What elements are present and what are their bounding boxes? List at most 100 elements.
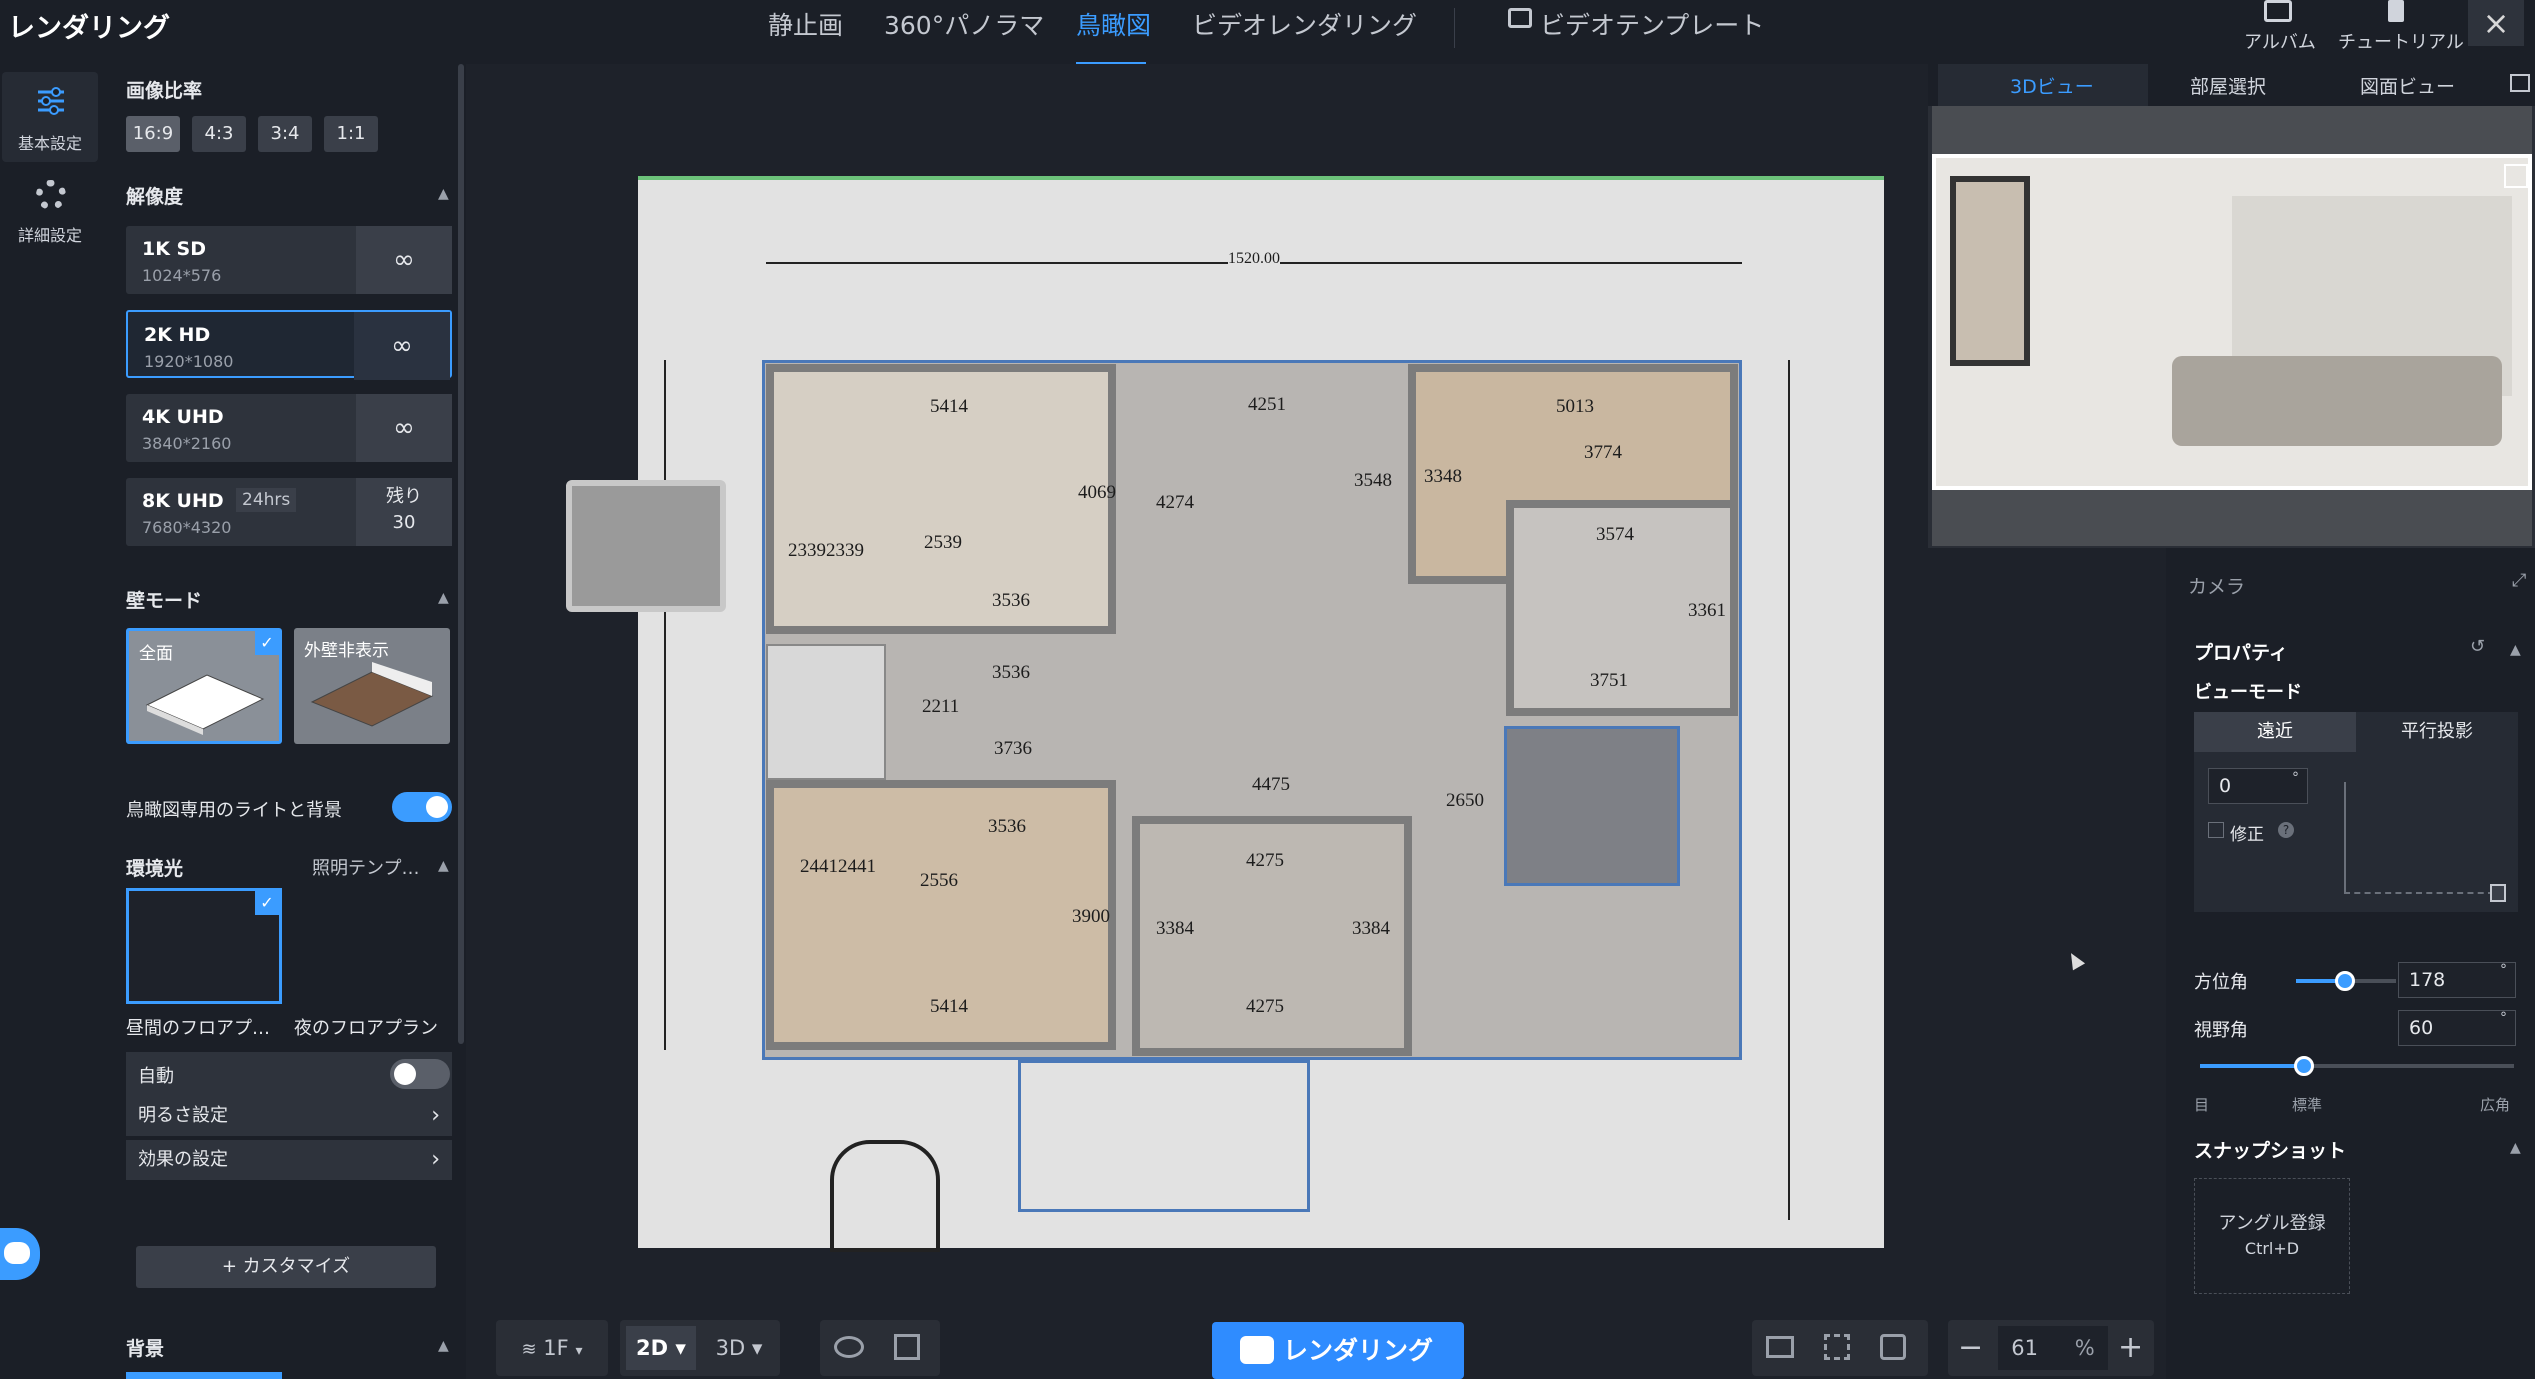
- zoom-fit-icon[interactable]: [1880, 1334, 1906, 1360]
- expand-icon[interactable]: [2504, 164, 2528, 188]
- mode-2d-button[interactable]: 2D ▾: [626, 1326, 696, 1370]
- sliders-icon: [38, 87, 64, 115]
- video-template-button[interactable]: ビデオテンプレート: [1540, 6, 1764, 42]
- tab-birdseye[interactable]: 鳥瞰図: [1076, 6, 1151, 42]
- collapse-icon[interactable]: ▲: [438, 858, 449, 874]
- render-button[interactable]: レンダリング: [1212, 1322, 1464, 1379]
- zoom-value: 61: [2011, 1336, 2039, 1360]
- camera-title: カメラ: [2188, 576, 2246, 598]
- tab-video-rendering[interactable]: ビデオレンダリング: [1192, 6, 1417, 42]
- tutorial-icon[interactable]: [2388, 0, 2404, 22]
- resolution-1k[interactable]: 1K SD 1024*576 ∞: [126, 226, 452, 294]
- visibility-tools: [820, 1320, 940, 1376]
- ratio-1-1[interactable]: 1:1: [324, 116, 378, 152]
- room-dimension: 3361: [1688, 600, 1726, 621]
- cube-icon[interactable]: [894, 1334, 920, 1360]
- infinity-icon: ∞: [354, 312, 450, 380]
- azimuth-slider-knob[interactable]: [2335, 971, 2355, 991]
- room-dimension: 3774: [1584, 442, 1622, 463]
- effect-settings-row[interactable]: 効果の設定 ›: [126, 1140, 452, 1180]
- rail-basic-settings[interactable]: 基本設定: [2, 72, 98, 162]
- expand-icon[interactable]: ⤢: [2512, 570, 2526, 591]
- wall-painting: [1950, 176, 2030, 366]
- room-dimension: 5414: [930, 396, 968, 417]
- fov-slider-knob[interactable]: [2293, 1056, 2314, 1076]
- azimuth-input[interactable]: 178: [2398, 962, 2516, 998]
- room-dimension: 2539: [924, 532, 962, 553]
- background-card[interactable]: [126, 1372, 282, 1379]
- fix-checkbox[interactable]: [2208, 822, 2224, 838]
- angle-register-button[interactable]: アングル登録 Ctrl+D: [2194, 1178, 2350, 1294]
- reset-icon[interactable]: ↺: [2470, 636, 2485, 657]
- room-dimension: 4251: [1248, 394, 1286, 415]
- popout-icon[interactable]: [2510, 74, 2530, 92]
- wall-hide-exterior[interactable]: 外壁非表示: [294, 628, 450, 744]
- tab-still[interactable]: 静止画: [768, 6, 843, 42]
- tab-room-select[interactable]: 部屋選択: [2190, 72, 2266, 99]
- collapse-icon[interactable]: ▲: [438, 590, 449, 606]
- ratio-3-4[interactable]: 3:4: [258, 116, 312, 152]
- tab-3d-view[interactable]: 3Dビュー: [2010, 72, 2094, 99]
- tab-panorama[interactable]: 360°パノラマ: [884, 6, 1044, 42]
- mode-3d-button[interactable]: 3D ▾: [704, 1326, 774, 1370]
- zoom-controls: − 61 % +: [1948, 1320, 2154, 1376]
- left-rail: 基本設定 詳細設定: [0, 64, 100, 1379]
- resolution-2k[interactable]: 2K HD 1920*1080 ∞: [126, 310, 452, 380]
- 3d-preview-image[interactable]: [1932, 106, 2532, 546]
- birdseye-light-toggle[interactable]: [392, 792, 452, 822]
- rail-advanced-settings[interactable]: 詳細設定: [2, 174, 98, 254]
- focus-icon[interactable]: [1824, 1334, 1850, 1360]
- room-dimension: 3384: [1352, 918, 1390, 939]
- customize-button[interactable]: + カスタマイズ: [136, 1246, 436, 1288]
- resolution-8k[interactable]: 8K UHD 24hrs 7680*4320 残り 30: [126, 478, 452, 546]
- fov-scale-standard: 標準: [2292, 1096, 2323, 1114]
- collapse-icon[interactable]: ▲: [2510, 642, 2521, 658]
- view-mode-label: ビューモード: [2194, 682, 2302, 703]
- mode-perspective[interactable]: 遠近: [2194, 712, 2356, 752]
- patio[interactable]: [1504, 726, 1680, 886]
- courtyard[interactable]: [766, 644, 886, 780]
- effect-label: 効果の設定: [138, 1149, 228, 1170]
- dimension-line: [1788, 360, 1790, 1220]
- wall-full[interactable]: 全面 ✓: [126, 628, 282, 744]
- album-icon[interactable]: [2264, 0, 2292, 22]
- auto-toggle[interactable]: [390, 1059, 450, 1089]
- eye-icon[interactable]: [834, 1336, 864, 1358]
- zoom-out-icon[interactable]: −: [1958, 1320, 1983, 1376]
- fix-label: 修正: [2230, 825, 2264, 845]
- tilt-value: 0: [2219, 775, 2232, 797]
- mode-parallel[interactable]: 平行投影: [2356, 712, 2518, 752]
- tutorial-label[interactable]: チュートリアル: [2338, 28, 2464, 54]
- floor-plan[interactable]: 1520.00 5414 4251 5013 3774 3574 3348 35…: [566, 176, 1884, 1252]
- res-name: 8K UHD: [142, 490, 224, 512]
- image-icon[interactable]: [1766, 1336, 1794, 1358]
- room-dimension: 4069: [1078, 482, 1116, 503]
- collapse-icon[interactable]: ▲: [438, 1338, 449, 1354]
- resolution-4k[interactable]: 4K UHD 3840*2160 ∞: [126, 394, 452, 462]
- close-icon[interactable]: ×: [2468, 0, 2524, 46]
- env-day-label[interactable]: 昼間のフロアプ…: [126, 1014, 270, 1040]
- zoom-in-icon[interactable]: +: [2118, 1320, 2143, 1376]
- background-title: 背景: [126, 1338, 165, 1360]
- fov-input[interactable]: 60: [2398, 1010, 2516, 1046]
- lighting-template-dropdown[interactable]: 照明テンプ…: [312, 854, 419, 880]
- album-label[interactable]: アルバム: [2244, 28, 2316, 54]
- floor-selector[interactable]: ≋ 1F ▾: [496, 1320, 608, 1376]
- zoom-input[interactable]: 61 %: [1998, 1326, 2108, 1370]
- sitout-area[interactable]: [1018, 1060, 1310, 1212]
- env-night-label[interactable]: 夜のフロアプラン: [294, 1014, 438, 1040]
- help-icon[interactable]: ?: [2278, 822, 2294, 838]
- tilt-handle[interactable]: [2490, 884, 2506, 902]
- settings-scrollbar[interactable]: [458, 64, 464, 1044]
- collapse-icon[interactable]: ▲: [438, 186, 449, 202]
- azimuth-slider[interactable]: [2296, 971, 2396, 991]
- ratio-4-3[interactable]: 4:3: [192, 116, 246, 152]
- fov-slider[interactable]: [2200, 1056, 2514, 1076]
- ratio-16-9[interactable]: 16:9: [126, 116, 180, 152]
- sofa: [2172, 356, 2502, 446]
- collapse-icon[interactable]: ▲: [2510, 1140, 2521, 1156]
- tab-plan-view[interactable]: 図面ビュー: [2360, 72, 2455, 99]
- brightness-settings-row[interactable]: 明るさ設定 ›: [126, 1096, 452, 1136]
- env-day-card[interactable]: ✓: [126, 888, 282, 1004]
- room-dimension: 4274: [1156, 492, 1194, 513]
